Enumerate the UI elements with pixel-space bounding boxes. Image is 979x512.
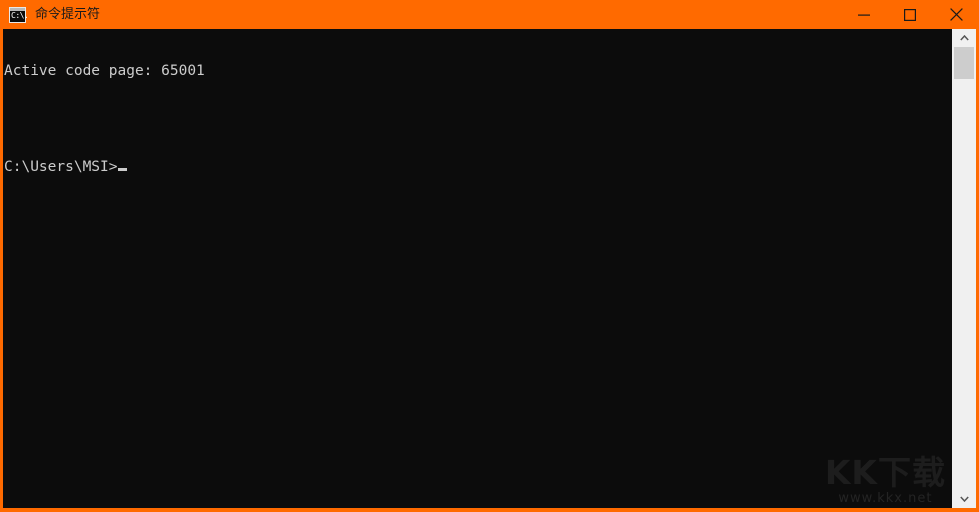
chevron-down-icon bbox=[959, 496, 969, 502]
console-output-area[interactable]: Active code page: 65001 C:\Users\MSI> KK… bbox=[3, 29, 952, 508]
window-title: 命令提示符 bbox=[35, 7, 101, 22]
console-prompt-line: C:\Users\MSI> bbox=[4, 159, 205, 175]
cmd-icon-prompt-text: C:\. bbox=[11, 10, 29, 20]
scrollbar-thumb[interactable] bbox=[954, 47, 974, 79]
close-button[interactable] bbox=[933, 0, 979, 29]
scroll-down-button[interactable] bbox=[952, 490, 976, 508]
chevron-up-icon bbox=[959, 35, 969, 41]
title-bar[interactable]: C:\. 命令提示符 bbox=[0, 0, 979, 29]
window-controls bbox=[841, 0, 979, 29]
scroll-up-button[interactable] bbox=[952, 29, 976, 47]
console-line-2 bbox=[4, 111, 205, 127]
watermark-logo: KK下载 bbox=[824, 453, 946, 492]
cmd-icon: C:\. bbox=[9, 6, 29, 23]
watermark-url: www.kkx.net bbox=[838, 491, 933, 506]
console-prompt-text: C:\Users\MSI> bbox=[4, 159, 118, 175]
maximize-button[interactable] bbox=[887, 0, 933, 29]
minimize-button[interactable] bbox=[841, 0, 887, 29]
window-border-bottom bbox=[0, 508, 979, 512]
console-line-1: Active code page: 65001 bbox=[4, 63, 205, 79]
vertical-scrollbar[interactable] bbox=[952, 29, 976, 508]
watermark: KK下载 www.kkx.net bbox=[824, 453, 946, 507]
close-icon bbox=[949, 8, 963, 21]
maximize-icon bbox=[904, 8, 916, 21]
text-cursor bbox=[117, 168, 127, 171]
console-text-block: Active code page: 65001 C:\Users\MSI> bbox=[4, 31, 205, 207]
command-prompt-window: C:\. 命令提示符 Active code page: 65001 C:\Us… bbox=[0, 0, 979, 512]
minimize-icon bbox=[858, 14, 870, 16]
